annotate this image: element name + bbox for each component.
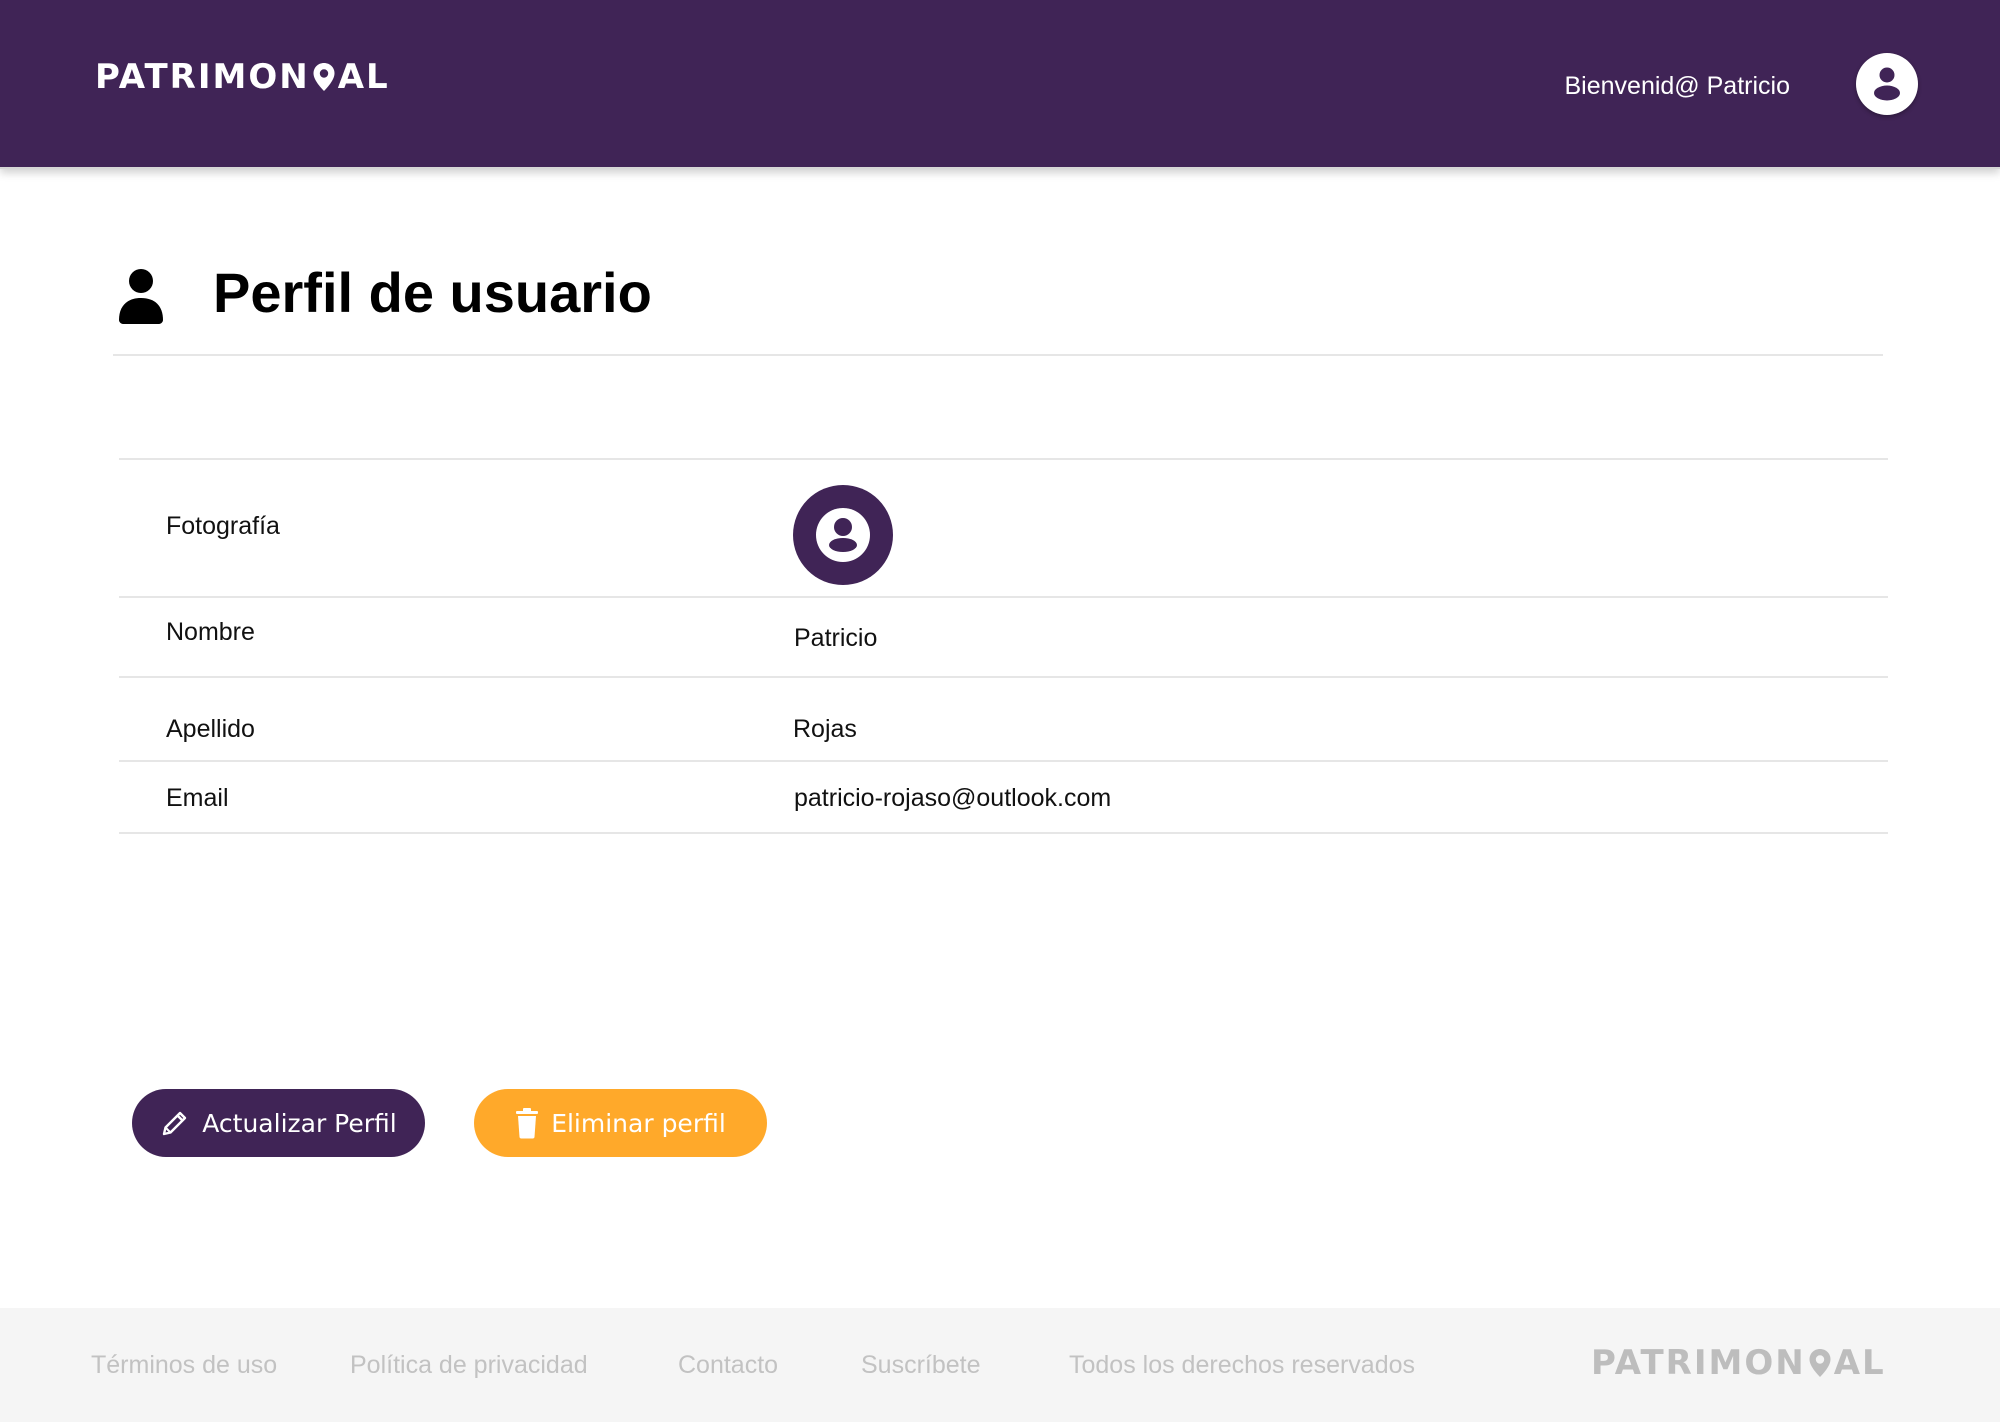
footer-brand-text-start: PATRIMON — [1591, 1343, 1806, 1383]
page-title: Perfil de usuario — [213, 261, 652, 324]
first-name-value: Patricio — [794, 624, 878, 652]
last-name-value: Rojas — [793, 715, 857, 743]
delete-profile-label: Eliminar perfil — [551, 1108, 726, 1138]
trash-icon — [516, 1108, 539, 1139]
footer-brand-text-end: AL — [1833, 1343, 1886, 1383]
pencil-icon — [163, 1111, 187, 1136]
footer-link-contact[interactable]: Contacto — [678, 1351, 778, 1380]
first-name-label: Nombre — [166, 618, 255, 646]
email-label: Email — [166, 784, 229, 812]
profile-row-email: Email patricio-rojaso@outlook.com — [119, 762, 1888, 834]
site-footer: Términos de uso Política de privacidad C… — [0, 1308, 2000, 1422]
brand-logo[interactable]: PATRIMON AL — [95, 60, 390, 94]
user-avatar-button[interactable] — [1856, 53, 1918, 115]
profile-details-table: Fotografía Nombre Patricio Apellido Roja… — [119, 458, 1888, 834]
brand-text-end: AL — [337, 57, 390, 97]
last-name-label: Apellido — [166, 715, 255, 743]
profile-photo[interactable] — [793, 485, 893, 585]
footer-link-terms[interactable]: Términos de uso — [91, 1351, 277, 1380]
footer-link-privacy[interactable]: Política de privacidad — [350, 1351, 588, 1380]
user-circle-icon — [816, 508, 870, 562]
brand-text-start: PATRIMON — [95, 57, 310, 97]
page-header: Perfil de usuario — [113, 240, 1883, 356]
photo-label: Fotografía — [166, 512, 280, 540]
profile-row-last-name: Apellido Rojas — [119, 678, 1888, 762]
user-circle-icon — [1865, 62, 1909, 106]
profile-row-first-name: Nombre Patricio — [119, 598, 1888, 678]
update-profile-label: Actualizar Perfil — [202, 1108, 397, 1138]
footer-copyright: Todos los derechos reservados — [1069, 1351, 1416, 1379]
user-icon — [119, 269, 163, 324]
profile-row-photo: Fotografía — [119, 460, 1888, 598]
map-pin-icon — [1809, 1349, 1831, 1377]
top-navbar: PATRIMON AL Bienvenid@ Patricio — [0, 0, 2000, 169]
delete-profile-button[interactable]: Eliminar perfil — [474, 1089, 767, 1157]
footer-brand-logo: PATRIMON AL — [1591, 1346, 1886, 1380]
footer-link-subscribe[interactable]: Suscríbete — [861, 1351, 981, 1380]
email-value: patricio-rojaso@outlook.com — [794, 784, 1112, 812]
welcome-message: Bienvenid@ Patricio — [1564, 72, 1791, 100]
update-profile-button[interactable]: Actualizar Perfil — [132, 1089, 425, 1157]
map-pin-icon — [313, 63, 335, 91]
